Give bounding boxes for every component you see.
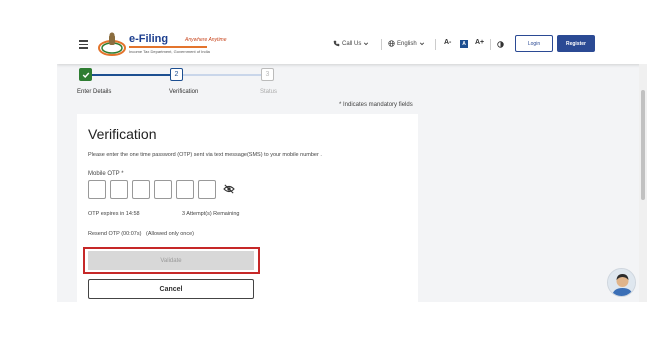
browser-viewport: e-Filing Anywhere Anytime Income Tax Dep…: [57, 26, 647, 302]
verification-card: Verification Please enter the one time p…: [77, 114, 418, 302]
validate-button[interactable]: Validate: [88, 251, 254, 270]
login-button[interactable]: Login: [515, 35, 553, 52]
resend-note: (Allowed only once): [146, 231, 194, 237]
language-label: English: [397, 40, 417, 47]
menu-icon[interactable]: [79, 40, 88, 49]
progress-stepper: 2 3 Enter Details Verification Status: [57, 64, 417, 100]
header-divider: [381, 39, 382, 50]
otp-digit-2[interactable]: [110, 180, 128, 199]
efiling-logo[interactable]: e-Filing Anywhere Anytime Income Tax Dep…: [97, 31, 227, 59]
chevron-down-icon: [419, 41, 424, 45]
mandatory-note: * Indicates mandatory fields: [339, 102, 413, 108]
page-title: Verification: [88, 126, 157, 142]
logo-divider: [129, 46, 207, 48]
otp-digit-4[interactable]: [154, 180, 172, 199]
chatbot-avatar[interactable]: [607, 268, 636, 297]
check-icon: [82, 72, 89, 78]
step-3-number: 3: [261, 68, 274, 81]
otp-digit-5[interactable]: [176, 180, 194, 199]
otp-expiry-text: OTP expires in 14:58: [88, 211, 140, 217]
top-header: e-Filing Anywhere Anytime Income Tax Dep…: [57, 26, 647, 64]
cancel-button[interactable]: Cancel: [88, 279, 254, 299]
emblem-icon: [98, 32, 126, 56]
chevron-down-icon: [364, 41, 369, 45]
scrollbar-thumb[interactable]: [641, 90, 645, 200]
step-connector: [92, 74, 170, 76]
step-2-label: Verification: [169, 89, 199, 95]
step-1-label: Enter Details: [77, 89, 112, 95]
otp-digit-6[interactable]: [198, 180, 216, 199]
eye-slash-icon[interactable]: [223, 184, 235, 194]
language-dropdown[interactable]: English: [388, 40, 425, 47]
otp-digit-3[interactable]: [132, 180, 150, 199]
phone-icon: [333, 40, 340, 47]
resend-otp-row: Resend OTP (00:07s) (Allowed only once): [88, 231, 194, 237]
step-1-check: [79, 68, 92, 81]
register-button[interactable]: Register: [557, 35, 595, 52]
header-divider: [490, 39, 491, 50]
header-divider: [435, 39, 436, 50]
otp-digit-1[interactable]: [88, 180, 106, 199]
globe-icon: [388, 40, 395, 47]
otp-instructions: Please enter the one time password (OTP)…: [88, 152, 322, 158]
resend-otp-link[interactable]: Resend OTP (00:07s): [88, 231, 141, 237]
otp-label: Mobile OTP *: [88, 171, 124, 177]
step-connector: [183, 74, 261, 76]
step-2-number: 2: [170, 68, 183, 81]
logo-title: e-Filing: [129, 33, 169, 45]
vertical-scrollbar[interactable]: [639, 64, 647, 302]
logo-tagline: Anywhere Anytime: [185, 37, 227, 43]
logo-subtitle: Income Tax Department, Government of Ind…: [129, 49, 210, 54]
call-us-dropdown[interactable]: Call Us: [333, 40, 369, 47]
otp-attempts-text: 3 Attempt(s) Remaining: [182, 211, 240, 217]
font-normal-button[interactable]: A: [460, 40, 468, 48]
contrast-icon[interactable]: [497, 41, 504, 48]
font-increase-button[interactable]: A+: [475, 39, 484, 46]
call-us-label: Call Us: [342, 40, 362, 47]
step-3-label: Status: [260, 89, 278, 95]
font-decrease-button[interactable]: A-: [444, 39, 451, 46]
